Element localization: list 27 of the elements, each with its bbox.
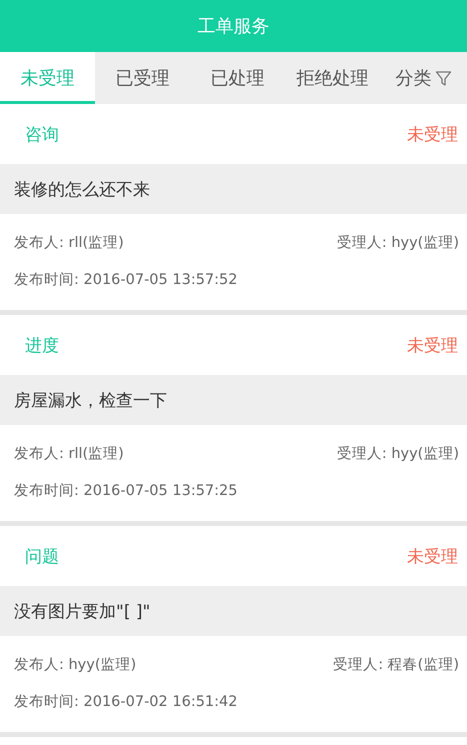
status-label: 未受理 xyxy=(407,124,458,146)
publisher-text: 发布人: hyy(监理) xyxy=(14,656,136,674)
tab[interactable]: 拒绝处理 xyxy=(285,52,380,104)
handler-text: 受理人: hyy(监理) xyxy=(336,234,459,252)
publisher-text: 发布人: rll(监理) xyxy=(14,445,124,463)
category-label: 进度 xyxy=(25,334,59,356)
publish-time: 发布时间: 2016-07-05 13:57:52 xyxy=(14,271,238,289)
status-label: 未受理 xyxy=(407,546,458,568)
tab[interactable]: 已处理 xyxy=(190,52,285,104)
handler-text: 受理人: hyy(监理) xyxy=(336,445,459,463)
publish-time: 发布时间: 2016-07-05 13:57:25 xyxy=(14,482,238,500)
tab[interactable]: 分类 xyxy=(380,52,467,104)
handler-text: 受理人: 程春(监理) xyxy=(333,656,459,674)
filter-icon xyxy=(434,70,452,86)
order-title: 没有图片要加"[ ]" xyxy=(14,600,150,622)
order-title-bar[interactable]: 房屋漏水，检查一下 xyxy=(0,375,467,425)
order-title-bar[interactable]: 装修的怎么还不来 xyxy=(0,164,467,214)
page-title: 工单服务 xyxy=(198,15,270,38)
order-title-bar[interactable]: 没有图片要加"[ ]" xyxy=(0,586,467,636)
publish-time: 发布时间: 2016-07-02 16:51:42 xyxy=(14,693,238,711)
category-label: 问题 xyxy=(25,546,59,568)
status-label: 未受理 xyxy=(407,334,458,356)
publisher-text: 发布人: rll(监理) xyxy=(14,234,124,252)
order-title: 装修的怎么还不来 xyxy=(14,178,150,200)
order-title: 房屋漏水，检查一下 xyxy=(14,390,167,412)
tab[interactable]: 已受理 xyxy=(95,52,190,104)
category-label: 咨询 xyxy=(25,124,59,146)
